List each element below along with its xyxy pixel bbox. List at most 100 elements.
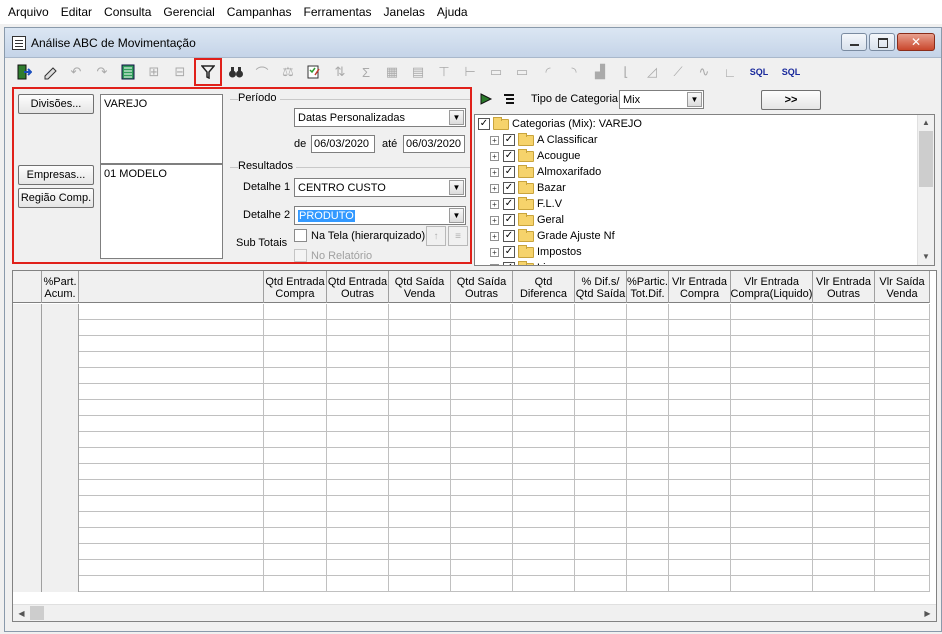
- column-header[interactable]: [13, 271, 42, 303]
- table-cell[interactable]: [575, 416, 627, 432]
- chevron-down-icon[interactable]: ▼: [449, 208, 464, 223]
- subtotal-up-icon[interactable]: ↑: [426, 226, 446, 246]
- minimize-button[interactable]: [841, 33, 867, 51]
- table-cell[interactable]: [627, 400, 669, 416]
- table-cell[interactable]: [575, 320, 627, 336]
- divisoes-list[interactable]: VAREJO: [100, 94, 223, 164]
- table-cell[interactable]: [575, 528, 627, 544]
- table-cell[interactable]: [451, 400, 513, 416]
- table-cell[interactable]: [875, 528, 930, 544]
- table-cell[interactable]: [264, 336, 327, 352]
- table-cell[interactable]: [42, 416, 79, 432]
- table-cell[interactable]: [575, 400, 627, 416]
- table-cell[interactable]: [813, 400, 875, 416]
- table-cell[interactable]: [389, 352, 451, 368]
- menu-ajuda[interactable]: Ajuda: [431, 5, 474, 19]
- table-cell[interactable]: [389, 304, 451, 320]
- table-cell[interactable]: [731, 416, 813, 432]
- table-cell[interactable]: [627, 352, 669, 368]
- table-cell[interactable]: [669, 352, 731, 368]
- expand-plus-icon[interactable]: +: [490, 135, 499, 145]
- na-tela-checkbox[interactable]: [294, 229, 307, 242]
- table-cell[interactable]: [42, 304, 79, 320]
- menu-arquivo[interactable]: Arquivo: [2, 5, 55, 19]
- check-icon[interactable]: ✓: [503, 166, 515, 178]
- table-row[interactable]: [13, 480, 930, 496]
- column-header[interactable]: %Partic. Tot.Dif.: [627, 271, 669, 303]
- check-icon[interactable]: ✓: [503, 134, 515, 146]
- table-cell[interactable]: [513, 528, 575, 544]
- table-cell[interactable]: [389, 432, 451, 448]
- bar-chart-icon[interactable]: ▟: [588, 60, 612, 84]
- column-icon[interactable]: ⊤: [432, 60, 456, 84]
- scroll-thumb[interactable]: [30, 606, 44, 620]
- chevron-down-icon[interactable]: ▼: [449, 110, 464, 125]
- table-cell[interactable]: [875, 384, 930, 400]
- table-cell[interactable]: [813, 496, 875, 512]
- table-cell[interactable]: [813, 352, 875, 368]
- table-cell[interactable]: [42, 512, 79, 528]
- table-cell[interactable]: [575, 368, 627, 384]
- table-cell[interactable]: [264, 384, 327, 400]
- table-cell[interactable]: [327, 400, 389, 416]
- table-cell[interactable]: [389, 400, 451, 416]
- undo-icon[interactable]: ↶: [64, 60, 88, 84]
- tree-item[interactable]: + ✓ A Classificar: [490, 132, 598, 148]
- table-cell[interactable]: [875, 416, 930, 432]
- divisao-item[interactable]: VAREJO: [104, 98, 147, 110]
- sql-button-1[interactable]: SQL: [744, 60, 774, 84]
- results-grid[interactable]: %Part. Acum. Qtd Entrada Compra Qtd Entrada O…: [12, 270, 937, 622]
- report-icon[interactable]: ▭: [484, 60, 508, 84]
- table-cell[interactable]: [327, 416, 389, 432]
- table-cell[interactable]: [13, 528, 42, 544]
- table-cell[interactable]: [264, 320, 327, 336]
- check-icon[interactable]: ✓: [503, 214, 515, 226]
- table-row[interactable]: [13, 352, 930, 368]
- tree-vertical-scrollbar[interactable]: ▲ ▼: [917, 115, 934, 265]
- table-cell[interactable]: [669, 464, 731, 480]
- table-cell[interactable]: [669, 544, 731, 560]
- table-cell[interactable]: [389, 448, 451, 464]
- table-cell[interactable]: [575, 576, 627, 592]
- axis-chart-icon[interactable]: ∟: [718, 60, 742, 84]
- table-cell[interactable]: [79, 528, 264, 544]
- table-cell[interactable]: [79, 384, 264, 400]
- table-cell[interactable]: [451, 304, 513, 320]
- scroll-up-icon[interactable]: ▲: [918, 115, 934, 131]
- column-header[interactable]: Vlr Entrada Compra: [669, 271, 731, 303]
- table-cell[interactable]: [79, 320, 264, 336]
- table-cell[interactable]: [513, 496, 575, 512]
- table-cell[interactable]: [513, 480, 575, 496]
- table-cell[interactable]: [13, 576, 42, 592]
- table-cell[interactable]: [575, 512, 627, 528]
- report-detail-icon[interactable]: ▭: [510, 60, 534, 84]
- table-cell[interactable]: [327, 352, 389, 368]
- table-cell[interactable]: [264, 352, 327, 368]
- table-cell[interactable]: [669, 448, 731, 464]
- table-cell[interactable]: [79, 560, 264, 576]
- expand-plus-icon[interactable]: +: [490, 215, 499, 225]
- table-cell[interactable]: [669, 480, 731, 496]
- table-cell[interactable]: [813, 304, 875, 320]
- checklist-icon[interactable]: [302, 60, 326, 84]
- check-icon[interactable]: ✓: [503, 198, 515, 210]
- table-row[interactable]: [13, 320, 930, 336]
- table-cell[interactable]: [669, 560, 731, 576]
- column-header[interactable]: %Part. Acum.: [42, 271, 79, 303]
- no-relatorio-checkbox[interactable]: [294, 249, 307, 262]
- empresas-list[interactable]: 01 MODELO: [100, 164, 223, 259]
- table-cell[interactable]: [13, 480, 42, 496]
- table-cell[interactable]: [513, 576, 575, 592]
- column-header[interactable]: Qtd Saída Venda: [389, 271, 451, 303]
- expand-plus-icon[interactable]: +: [490, 247, 499, 257]
- table-cell[interactable]: [327, 576, 389, 592]
- table-cell[interactable]: [327, 448, 389, 464]
- table-cell[interactable]: [875, 320, 930, 336]
- column-header[interactable]: % Dif.s/Qtd Saída: [575, 271, 627, 303]
- table-cell[interactable]: [731, 496, 813, 512]
- table-cell[interactable]: [731, 448, 813, 464]
- table-cell[interactable]: [627, 576, 669, 592]
- table-cell[interactable]: [264, 400, 327, 416]
- scroll-down-icon[interactable]: ▼: [918, 249, 934, 265]
- table-cell[interactable]: [13, 368, 42, 384]
